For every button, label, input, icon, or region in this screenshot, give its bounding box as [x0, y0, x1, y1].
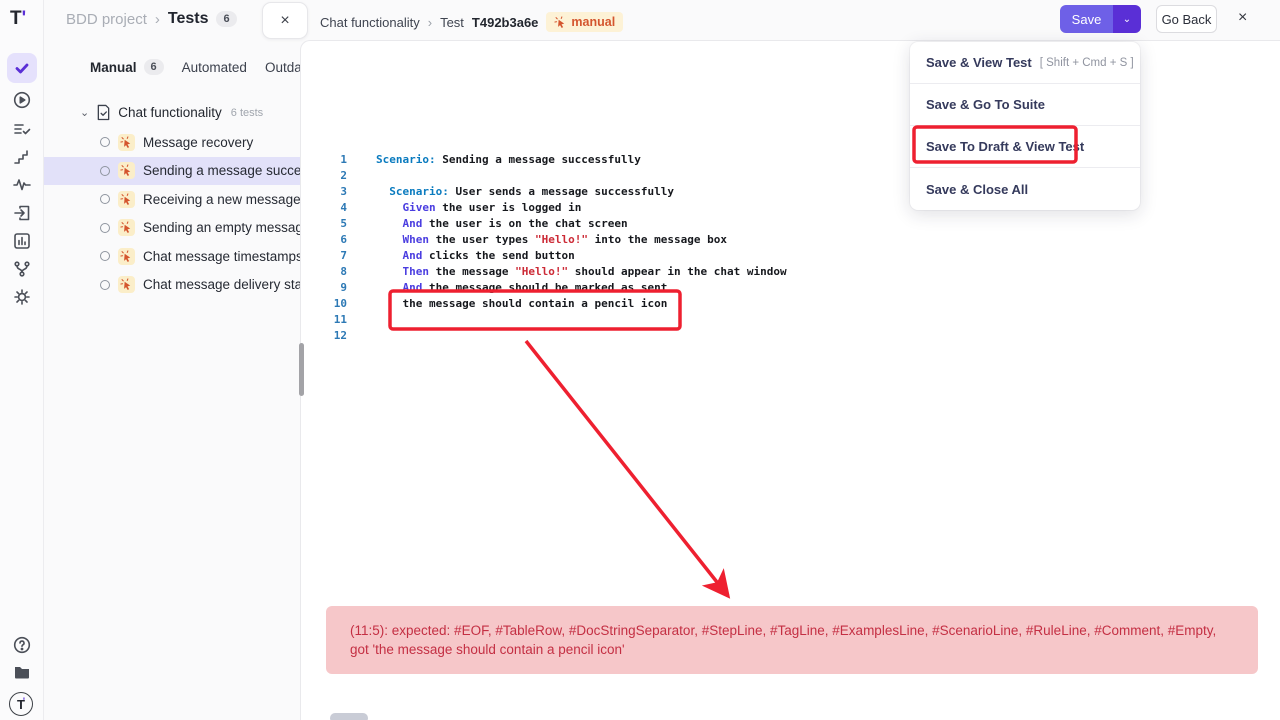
shortcut-hint: [ Shift + Cmd + S ]	[1040, 57, 1134, 69]
header-breadcrumb: Chat functionality › Test T492b3a6e manu…	[320, 12, 623, 32]
close-tab-button[interactable]: ×	[262, 2, 308, 39]
save-button[interactable]: Save	[1060, 5, 1113, 33]
menu-item-save-go-to-suite[interactable]: Save & Go To Suite	[910, 84, 1140, 126]
list-check-icon[interactable]	[12, 119, 32, 139]
test-id: T492b3a6e	[472, 15, 539, 30]
cursor-rays-icon	[554, 16, 567, 29]
code-line-12[interactable]: 12	[330, 328, 1250, 344]
activity-icon[interactable]	[12, 175, 32, 195]
line-number: 2	[330, 168, 347, 184]
manual-state-badge: manual	[546, 12, 623, 32]
code-line-7[interactable]: 7 And clicks the send button	[330, 248, 1250, 264]
chart-icon[interactable]	[12, 231, 32, 251]
gherkin-parse-error: (11:5): expected: #EOF, #TableRow, #DocS…	[326, 606, 1258, 674]
line-number: 7	[330, 248, 347, 264]
app-screen: T' T' BDD project › Tests 6 × Manual 6 A…	[0, 0, 1280, 720]
branch-icon[interactable]	[12, 259, 32, 279]
import-icon[interactable]	[12, 203, 32, 223]
gear-icon[interactable]	[12, 287, 32, 307]
close-icon: ×	[280, 12, 289, 30]
save-options-caret[interactable]: ⌄	[1113, 5, 1141, 33]
app-logo[interactable]: T'	[10, 8, 34, 32]
line-number: 10	[330, 296, 347, 312]
code-line-6[interactable]: 6 When the user types "Hello!" into the …	[330, 232, 1250, 248]
breadcrumb-test-label: Test	[440, 15, 464, 30]
breadcrumb-separator: ›	[428, 15, 432, 30]
menu-item-save-view-test[interactable]: Save & View Test[ Shift + Cmd + S ]	[910, 42, 1140, 84]
folder-icon[interactable]	[12, 662, 32, 682]
menu-item-save-close-all[interactable]: Save & Close All	[910, 168, 1140, 210]
chevron-down-icon: ⌄	[1123, 14, 1131, 25]
line-number: 3	[330, 184, 347, 200]
left-icon-rail: T' T'	[0, 0, 44, 720]
line-number: 1	[330, 152, 347, 168]
user-avatar[interactable]: T'	[9, 692, 33, 716]
close-editor-icon[interactable]: ×	[1238, 9, 1247, 27]
line-number: 11	[330, 312, 347, 328]
line-number: 9	[330, 280, 347, 296]
code-line-5[interactable]: 5 And the user is on the chat screen	[330, 216, 1250, 232]
test-explorer-panel	[44, 0, 300, 720]
code-line-11[interactable]: 11	[330, 312, 1250, 328]
go-back-button[interactable]: Go Back	[1156, 5, 1217, 33]
play-circle-icon[interactable]	[12, 90, 32, 110]
line-number: 12	[330, 328, 347, 344]
code-line-9[interactable]: 9 And the message should be marked as se…	[330, 280, 1250, 296]
scroll-handle[interactable]	[330, 713, 368, 720]
check-icon	[12, 58, 32, 78]
save-options-menu: Save & View Test[ Shift + Cmd + S ]Save …	[910, 42, 1140, 210]
error-line-1: (11:5): expected: #EOF, #TableRow, #DocS…	[350, 621, 1234, 640]
sidebar-item-tests-active[interactable]	[7, 53, 37, 83]
line-number: 8	[330, 264, 347, 280]
line-number: 6	[330, 232, 347, 248]
error-line-2: got 'the message should contain a pencil…	[350, 640, 1234, 659]
line-number: 5	[330, 216, 347, 232]
steps-icon[interactable]	[12, 147, 32, 167]
breadcrumb-suite[interactable]: Chat functionality	[320, 15, 420, 30]
menu-item-save-to-draft-view-test[interactable]: Save To Draft & View Test	[910, 126, 1140, 168]
save-split-button: Save ⌄	[1060, 5, 1141, 33]
tree-scrollbar-thumb[interactable]	[299, 343, 304, 396]
code-line-10[interactable]: 10 the message should contain a pencil i…	[330, 296, 1250, 312]
line-number: 4	[330, 200, 347, 216]
code-line-8[interactable]: 8 Then the message "Hello!" should appea…	[330, 264, 1250, 280]
help-icon[interactable]	[12, 635, 32, 655]
